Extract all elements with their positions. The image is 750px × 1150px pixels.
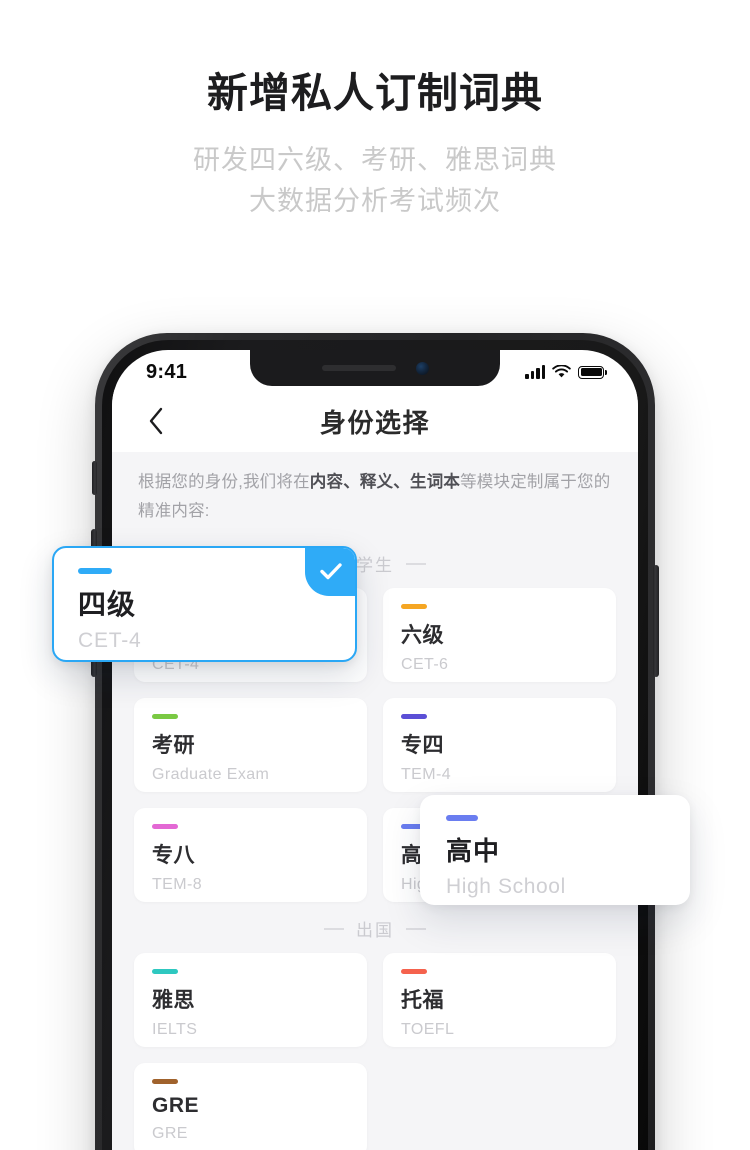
identity-card-cet6[interactable]: 六级 CET-6 <box>383 588 616 683</box>
identity-card-ielts[interactable]: 雅思 IELTS <box>134 953 367 1048</box>
identity-card-grid-abroad: 雅思 IELTS 托福 TOEFL GRE GRE <box>134 953 616 1150</box>
card-subtitle: TEM-4 <box>401 766 451 784</box>
phone-notch <box>250 350 500 386</box>
divider-dash-right <box>406 928 426 930</box>
nav-bar: 身份选择 <box>112 390 638 452</box>
color-bar <box>446 815 478 821</box>
section-label-student: 学生 <box>356 556 394 576</box>
section-label-abroad: 出国 <box>356 921 394 941</box>
back-button[interactable] <box>134 399 178 443</box>
promo-subtitle-line-2: 大数据分析考试频次 <box>249 186 501 217</box>
identity-card-tem4[interactable]: 专四 TEM-4 <box>383 698 616 793</box>
promo-subtitle: 研发四六级、考研、雅思词典 大数据分析考试频次 <box>0 140 750 222</box>
card-subtitle: TEM-8 <box>152 876 202 894</box>
card-subtitle: IELTS <box>152 1021 198 1039</box>
battery-icon <box>578 365 607 379</box>
power-button[interactable] <box>653 565 659 677</box>
card-title: 专八 <box>152 844 195 868</box>
silent-switch-button[interactable] <box>92 461 97 495</box>
status-time: 9:41 <box>146 360 188 383</box>
identity-card-tem8[interactable]: 专八 TEM-8 <box>134 808 367 903</box>
identity-card-graduate-exam[interactable]: 考研 Graduate Exam <box>134 698 367 793</box>
color-bar <box>152 969 178 975</box>
front-camera-icon <box>415 361 429 375</box>
earpiece-speaker-icon <box>321 365 396 371</box>
description-text: 根据您的身份,我们将在内容、释义、生词本等模块定制属于您的精准内容: <box>134 452 616 537</box>
card-title: 托福 <box>401 989 444 1013</box>
card-title: GRE <box>152 1094 200 1118</box>
identity-card-gre[interactable]: GRE GRE <box>134 1063 367 1150</box>
check-icon <box>320 563 342 580</box>
section-divider-abroad: 出国 <box>134 902 616 953</box>
card-subtitle: TOEFL <box>401 1021 455 1039</box>
identity-card-toefl[interactable]: 托福 TOEFL <box>383 953 616 1048</box>
card-title: 考研 <box>152 734 195 758</box>
card-title: 四级 <box>78 589 137 620</box>
page-title: 身份选择 <box>319 407 430 438</box>
chevron-left-icon <box>149 407 163 435</box>
phone-mockup: 9:41 身份选择 根据您的身份,我们将在内容、释义、生词本等模块定制属于您的精… <box>91 333 659 1150</box>
card-subtitle: CET-4 <box>78 629 142 652</box>
color-bar <box>401 604 427 610</box>
promo-title: 新增私人订制词典 <box>207 70 543 116</box>
card-title: 高中 <box>446 836 501 866</box>
phone-screen: 9:41 身份选择 根据您的身份,我们将在内容、释义、生词本等模块定制属于您的精… <box>112 350 638 1150</box>
color-bar <box>152 824 178 830</box>
color-bar <box>401 969 427 975</box>
color-bar <box>152 714 178 720</box>
card-subtitle: CET-6 <box>401 656 449 674</box>
color-bar <box>152 1079 178 1085</box>
description-prefix: 根据您的身份,我们将在 <box>138 473 310 491</box>
card-title: 六级 <box>401 624 444 648</box>
card-title: 专四 <box>401 734 444 758</box>
cellular-signal-icon <box>525 365 545 379</box>
description-emphasis: 内容、释义、生词本 <box>309 473 461 491</box>
divider-dash-left <box>324 928 344 930</box>
card-title: 雅思 <box>152 989 195 1013</box>
wifi-icon <box>552 365 571 378</box>
card-subtitle: GRE <box>152 1125 188 1143</box>
color-bar <box>401 714 427 720</box>
card-subtitle: Graduate Exam <box>152 766 270 784</box>
status-indicators <box>525 365 607 379</box>
card-subtitle: High School <box>446 875 566 898</box>
divider-dash-right <box>406 563 426 565</box>
promo-header: 新增私人订制词典 研发四六级、考研、雅思词典 大数据分析考试频次 <box>0 0 750 222</box>
floating-card-high-school[interactable]: 高中 High School <box>420 795 690 905</box>
color-bar <box>78 568 112 574</box>
selected-check-badge <box>305 548 355 596</box>
floating-selected-card-cet4[interactable]: 四级 CET-4 <box>52 546 357 662</box>
promo-subtitle-line-1: 研发四六级、考研、雅思词典 <box>193 145 557 176</box>
